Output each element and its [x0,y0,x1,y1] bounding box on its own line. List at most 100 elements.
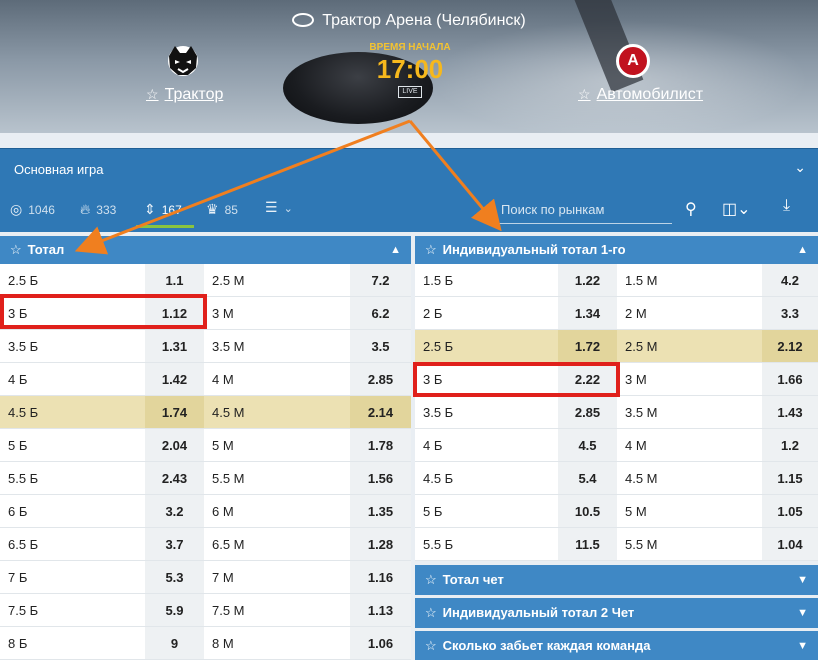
market-collapsed-individual-total-2[interactable]: ☆ Индивидуальный тотал 2 Чет ▼ [415,598,818,628]
outcome-over-label: 7 Б [8,570,28,585]
avtomobilist-logo-icon: А [616,44,650,78]
market-row: 4 Б 1.42 4 М 2.85 [0,363,411,396]
odds-under-button[interactable]: 1.2 [762,429,818,461]
odds-under-button[interactable]: 1.66 [762,363,818,395]
match-page: Трактор Арена (Челябинск) ВРЕМЯ НАЧАЛА 1… [0,0,818,660]
odds-over-button[interactable]: 1.74 [145,396,204,428]
chevron-down-icon: ⌄ [283,203,293,215]
odds-under-button[interactable]: 1.05 [762,495,818,527]
odds-over-button[interactable]: 11.5 [558,528,617,560]
favorite-star-icon[interactable]: ☆ [146,86,159,102]
odds-over-button[interactable]: 2.85 [558,396,617,428]
outcome-under-label: 4 М [212,372,234,387]
odds-over-button[interactable]: 1.1 [145,264,204,296]
market-group-select[interactable]: Основная игра ⌄ [0,148,818,188]
outcome-under-label: 3.5 М [212,339,245,354]
odds-under-button[interactable]: 1.13 [350,594,411,626]
outcome-over-label: 2 Б [423,306,443,321]
scroll-to-top-icon[interactable]: ⤓ [783,197,790,215]
favorite-star-icon[interactable]: ☆ [425,638,437,653]
columns-layout-icon[interactable]: ◫⌄ [722,199,751,219]
market-row: 5 Б 10.5 5 М 1.05 [415,495,818,528]
market-panel-header[interactable]: ☆ Индивидуальный тотал 1-го ▲ [415,236,818,264]
market-collapsed-odd-even[interactable]: ☆ Тотал чет ▼ [415,565,818,595]
chevron-down-icon: ▼ [797,640,808,652]
odds-under-button[interactable]: 7.2 [350,264,411,296]
flame-icon: 🔥︎ [80,201,91,217]
odds-over-button[interactable]: 4.5 [558,429,617,461]
list-view-toggle[interactable]: ☰ ⌄ [265,199,293,216]
chevron-down-icon: ▼ [797,607,808,619]
odds-under-button[interactable]: 2.12 [762,330,818,362]
odds-under-button[interactable]: 1.28 [350,528,411,560]
filter-special-markets[interactable]: ♛ 85 [206,201,238,218]
odds-under-button[interactable]: 1.15 [762,462,818,494]
odds-over-button[interactable]: 1.31 [145,330,204,362]
odds-under-button[interactable]: 4.2 [762,264,818,296]
favorite-star-icon[interactable]: ☆ [425,242,437,257]
outcome-under-label: 2.5 М [625,339,658,354]
odds-over-button[interactable]: 5.3 [145,561,204,593]
odds-under-button[interactable]: 1.43 [762,396,818,428]
odds-under-button[interactable]: 2.14 [350,396,411,428]
odds-under-button[interactable]: 3.5 [350,330,411,362]
market-collapsed-goals-each-team[interactable]: ☆ Сколько забьет каждая команда ▼ [415,631,818,660]
odds-over-button[interactable]: 9 [145,627,204,659]
odds-over-button[interactable]: 5.9 [145,594,204,626]
outcome-under-label: 4.5 М [212,405,245,420]
odds-under-button[interactable]: 1.56 [350,462,411,494]
outcome-over-label: 6 Б [8,504,28,519]
odds-under-button[interactable]: 6.2 [350,297,411,329]
favorite-star-icon[interactable]: ☆ [425,605,437,620]
market-title: Тотал [27,242,65,257]
odds-over-button[interactable]: 1.34 [558,297,617,329]
odds-over-button[interactable]: 5.4 [558,462,617,494]
market-search[interactable] [496,196,672,224]
outcome-over-label: 8 Б [8,636,28,651]
odds-under-button[interactable]: 1.04 [762,528,818,560]
outcome-over-label: 5 Б [8,438,28,453]
odds-under-button[interactable]: 1.78 [350,429,411,461]
target-icon: ◎ [10,201,23,217]
market-row: 1.5 Б 1.22 1.5 М 4.2 [415,264,818,297]
filter-popular-markets[interactable]: 🔥︎ 333 [80,201,116,218]
outcome-under-label: 3.5 М [625,405,658,420]
favorite-star-icon[interactable]: ☆ [10,242,22,257]
outcome-under-label: 5.5 М [625,537,658,552]
home-team-link[interactable]: ☆ Трактор [146,86,223,104]
outcome-over-label: 4.5 Б [8,405,39,420]
outcome-under-label: 2.5 М [212,273,245,288]
outcome-under-label: 5.5 М [212,471,245,486]
favorite-star-icon[interactable]: ☆ [578,86,591,102]
favorite-star-icon[interactable]: ☆ [425,572,437,587]
odds-over-button[interactable]: 1.42 [145,363,204,395]
odds-under-button[interactable]: 1.16 [350,561,411,593]
outcome-over-label: 5.5 Б [423,537,454,552]
filter-totals-markets[interactable]: ⇕ 167 [144,201,182,218]
live-tv-icon[interactable]: LIVE [398,86,422,98]
odds-under-button[interactable]: 1.06 [350,627,411,659]
outcome-over-label: 6.5 Б [8,537,39,552]
market-row: 4.5 Б 1.74 4.5 М 2.14 [0,396,411,429]
odds-under-button[interactable]: 2.85 [350,363,411,395]
market-search-input[interactable] [496,196,672,223]
search-icon[interactable]: ⚲ [685,199,697,219]
filter-all-markets[interactable]: ◎ 1046 [10,201,55,218]
odds-over-button[interactable]: 3.2 [145,495,204,527]
odds-over-button[interactable]: 10.5 [558,495,617,527]
start-time-label: ВРЕМЯ НАЧАЛА [369,42,451,53]
away-team-link[interactable]: ☆ Автомобилист [578,86,703,104]
odds-under-button[interactable]: 1.35 [350,495,411,527]
market-row: 5.5 Б 2.43 5.5 М 1.56 [0,462,411,495]
odds-over-button[interactable]: 2.04 [145,429,204,461]
market-title: Индивидуальный тотал 1-го [442,242,626,257]
odds-over-button[interactable]: 1.72 [558,330,617,362]
market-panel-header[interactable]: ☆ Тотал ▲ [0,236,411,264]
odds-over-button[interactable]: 2.43 [145,462,204,494]
active-filter-underline [136,225,194,228]
odds-over-button[interactable]: 3.7 [145,528,204,560]
odds-over-button[interactable]: 1.22 [558,264,617,296]
odds-under-button[interactable]: 3.3 [762,297,818,329]
start-time: 17:00 [376,54,444,84]
market-row: 8 Б 9 8 М 1.06 [0,627,411,660]
